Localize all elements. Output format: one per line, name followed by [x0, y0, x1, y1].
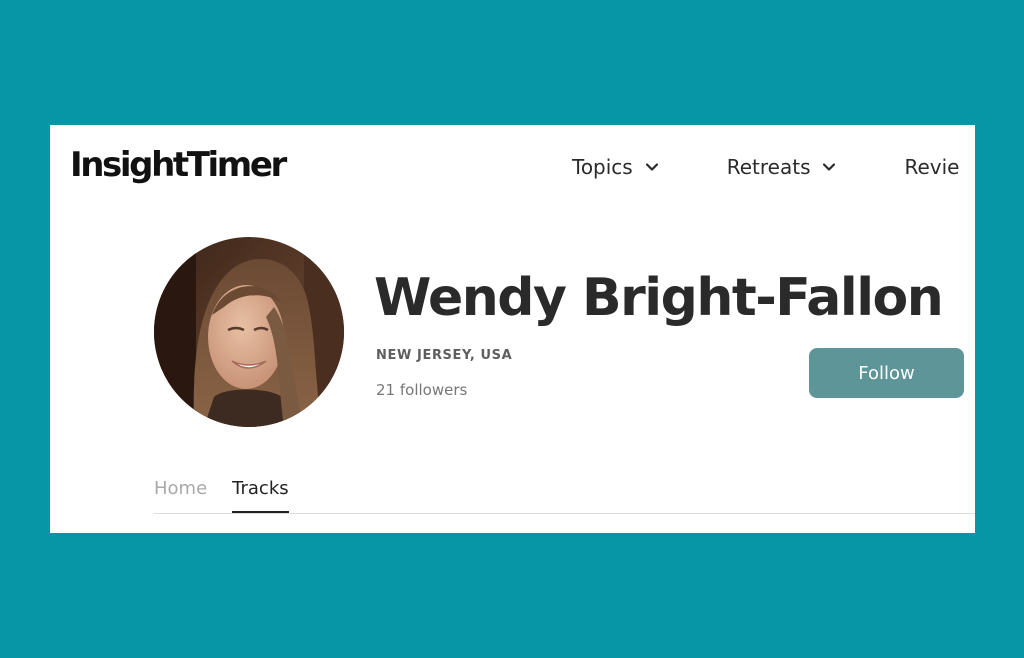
tab-home[interactable]: Home [154, 477, 207, 513]
tabs-divider [154, 513, 975, 514]
profile-name: Wendy Bright-Fallon [374, 268, 944, 328]
insight-timer-logo[interactable]: InsightTimer [70, 145, 287, 185]
profile-location: NEW JERSEY, USA [376, 348, 513, 363]
nav-item-label: Retreats [726, 155, 811, 179]
avatar [154, 237, 344, 427]
nav-item-retreats[interactable]: Retreats [727, 155, 837, 179]
follow-button[interactable]: Follow [809, 348, 964, 398]
profile-photo [154, 237, 344, 427]
nav-item-reviews[interactable]: Revie [904, 155, 959, 179]
chevron-down-icon [823, 163, 836, 171]
main-nav: Topics Retreats Revie [572, 150, 959, 184]
tab-tracks[interactable]: Tracks [232, 477, 290, 513]
profile-tabs: Home Tracks [154, 477, 290, 513]
nav-item-topics[interactable]: Topics [572, 155, 659, 179]
nav-item-label: Topics [572, 155, 633, 179]
profile-page-card: InsightTimer Topics Retreats Revie Wendy… [50, 125, 975, 533]
chevron-down-icon [645, 163, 658, 171]
nav-item-label: Revie [904, 155, 960, 179]
followers-count[interactable]: 21 followers [376, 381, 467, 399]
